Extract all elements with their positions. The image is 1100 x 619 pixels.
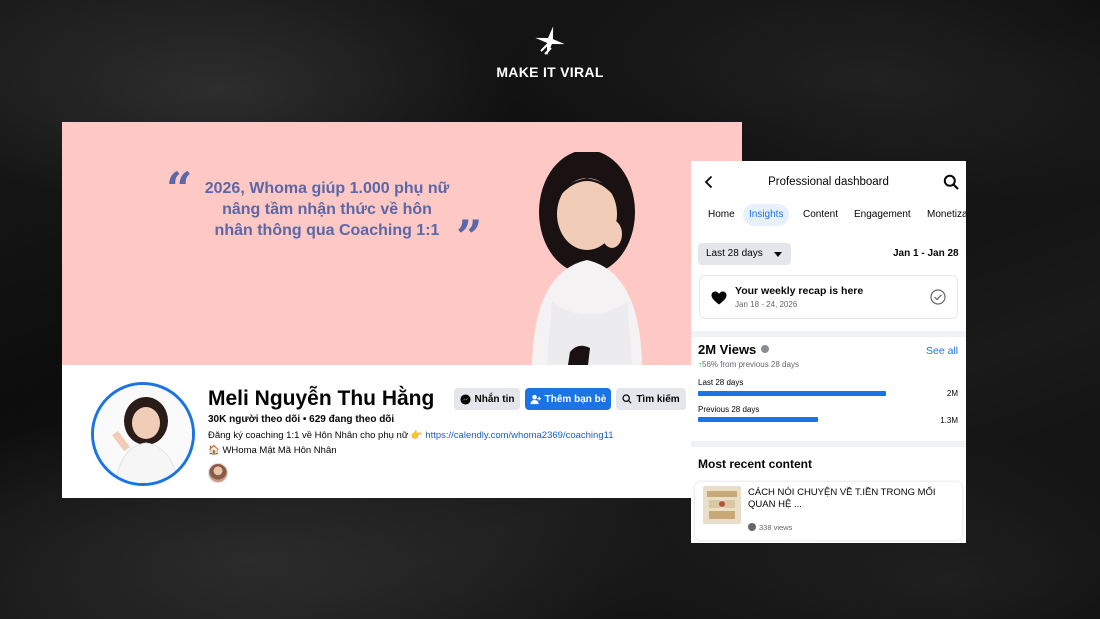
date-filter-label: Last 28 days <box>706 248 763 259</box>
add-friend-button-label: Thêm bạn bè <box>544 393 607 405</box>
post-thumbnail <box>703 486 741 524</box>
professional-dashboard-panel: Professional dashboard Home Insights Con… <box>691 161 966 543</box>
workplace-icon: 🏠 <box>208 445 223 456</box>
avatar-photo <box>94 385 192 483</box>
bar-fill-previous <box>698 417 818 422</box>
bio-text: Đăng ký coaching 1:1 về Hôn Nhân cho phụ… <box>208 430 426 441</box>
heart-icon <box>711 291 727 305</box>
post-title: CÁCH NÓI CHUYỆN VỀ T.IỀN TRONG MỐI QUAN … <box>748 487 936 510</box>
dashboard-title: Professional dashboard <box>768 176 889 188</box>
workplace-name[interactable]: WHoma Mật Mã Hôn Nhân <box>222 445 336 456</box>
tab-content[interactable]: Content <box>797 204 844 226</box>
tab-home[interactable]: Home <box>702 204 741 226</box>
recap-dates: Jan 18 - 24, 2026 <box>735 300 798 309</box>
growth-text: 56% from previous 28 days <box>702 360 799 369</box>
post-views-count: 338 views <box>759 523 793 532</box>
cover-person-photo <box>532 152 642 365</box>
cover-quote: 2026, Whoma giúp 1.000 phụ nữ nâng tầm n… <box>204 180 450 239</box>
see-all-link[interactable]: See all <box>926 345 958 357</box>
dashboard-header: Professional dashboard <box>691 161 966 203</box>
profile-avatar[interactable] <box>91 382 195 486</box>
views-growth: ↑56% from previous 28 days <box>698 360 799 369</box>
recent-post-card[interactable]: CÁCH NÓI CHUYỆN VỀ T.IỀN TRONG MỐI QUAN … <box>695 482 962 540</box>
cover-photo: “ 2026, Whoma giúp 1.000 phụ nữ nâng tầm… <box>62 122 742 365</box>
bar-value-previous: 1.3M <box>940 416 958 425</box>
open-quote-icon: “ <box>166 162 193 216</box>
date-filter-dropdown[interactable]: Last 28 days <box>698 243 791 265</box>
brand-name: MAKE IT VIRAL <box>496 64 604 80</box>
check-circle-icon <box>930 289 946 305</box>
recap-title: Your weekly recap is here <box>735 285 864 297</box>
weekly-recap-card[interactable]: Your weekly recap is here Jan 18 - 24, 2… <box>699 275 958 319</box>
bio-link[interactable]: https://calendly.com/whoma2369/coaching1… <box>425 430 613 441</box>
message-button-label: Nhắn tin <box>474 393 515 405</box>
profile-bio: Đăng ký coaching 1:1 về Hôn Nhân cho phụ… <box>208 430 613 441</box>
profile-info: Meli Nguyễn Thu Hằng 30K người theo dõi … <box>62 365 742 498</box>
caret-down-icon <box>773 252 782 257</box>
post-views: 338 views <box>748 523 792 532</box>
section-divider <box>691 441 966 447</box>
bar-track-current <box>698 391 886 396</box>
bar-track-previous <box>698 417 886 422</box>
bar-label-previous: Previous 28 days <box>698 405 760 414</box>
close-quote-icon: ” <box>456 210 483 264</box>
recent-content-title: Most recent content <box>698 457 813 471</box>
brand-header: MAKE IT VIRAL <box>0 24 1100 80</box>
add-friend-button[interactable]: Thêm bạn bè <box>525 388 611 410</box>
tab-insights[interactable]: Insights <box>743 204 790 226</box>
profile-workplace: 🏠 WHoma Mật Mã Hôn Nhân <box>208 445 337 456</box>
date-range: Jan 1 - Jan 28 <box>893 248 959 259</box>
mutual-friend-avatar[interactable] <box>208 463 228 483</box>
profile-search-button[interactable]: Tìm kiếm <box>616 388 686 410</box>
tab-monetization[interactable]: Monetiza <box>921 204 966 226</box>
add-friend-icon <box>530 394 541 404</box>
tab-engagement[interactable]: Engagement <box>848 204 917 226</box>
search-icon <box>622 394 632 404</box>
bar-label-current: Last 28 days <box>698 378 744 387</box>
bar-value-current: 2M <box>946 389 958 398</box>
facebook-profile-card: “ 2026, Whoma giúp 1.000 phụ nữ nâng tầm… <box>62 122 742 498</box>
sparkle-logo-icon <box>535 26 565 56</box>
bar-fill-current <box>698 391 886 396</box>
message-button[interactable]: Nhắn tin <box>454 388 520 410</box>
post-thumbnail-image <box>703 486 741 524</box>
follower-stats[interactable]: 30K người theo dõi • 629 đang theo dõi <box>208 414 394 425</box>
section-divider <box>691 331 966 337</box>
search-button-label: Tìm kiếm <box>636 393 680 405</box>
info-icon[interactable] <box>761 345 769 353</box>
views-title: 2M Views <box>698 342 757 357</box>
dashboard-tabs: Home Insights Content Engagement Monetiz… <box>691 204 966 226</box>
views-icon <box>748 523 756 531</box>
messenger-icon <box>459 393 471 405</box>
search-icon[interactable] <box>943 174 959 190</box>
profile-name: Meli Nguyễn Thu Hằng <box>208 387 435 410</box>
